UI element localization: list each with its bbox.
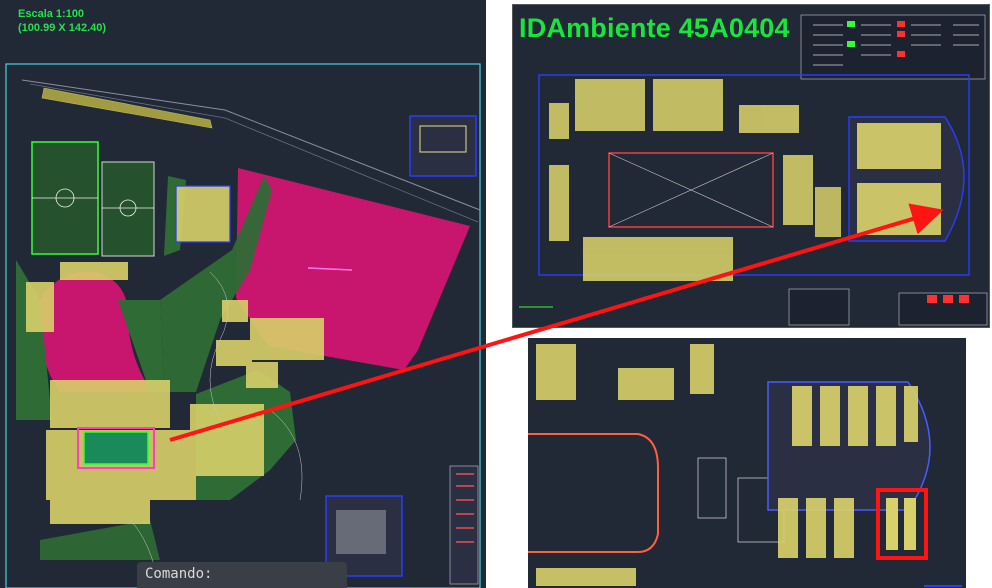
site-plan-drawing [5, 63, 481, 588]
command-line[interactable]: Comando: [137, 562, 347, 588]
site-plan-viewport[interactable]: Escala 1:100 (100.99 X 142.40) Comando: [0, 0, 486, 588]
detail-drawing [528, 344, 962, 587]
floor-plan-viewport[interactable]: IDAmbiente 45A0404 [512, 4, 990, 328]
detail-viewport[interactable] [528, 338, 966, 588]
command-label: Comando: [145, 566, 213, 582]
floor-plan-drawing [519, 14, 988, 326]
